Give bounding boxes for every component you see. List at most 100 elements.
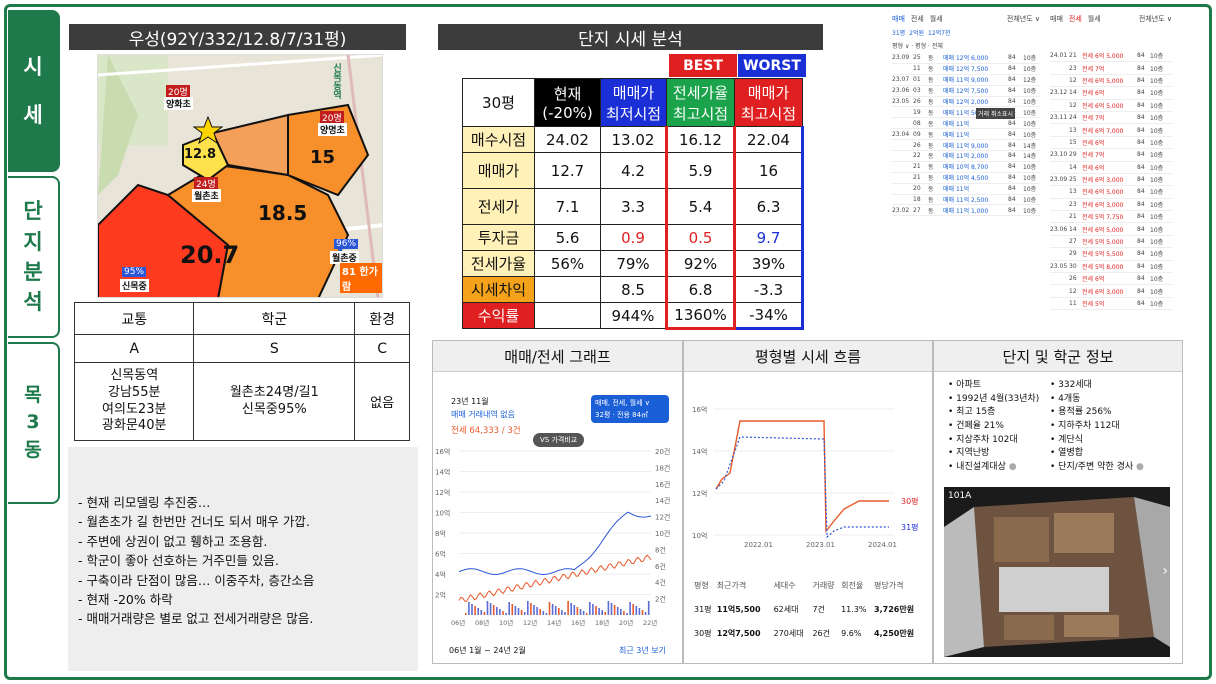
row-label: 매매가	[462, 152, 535, 189]
volume-bar	[548, 602, 551, 615]
volume-bar	[567, 601, 569, 615]
trade-row[interactable]: 12 전세 6억 5,000 84 10층	[1050, 100, 1172, 112]
cell: -34%	[733, 302, 804, 330]
trade-row[interactable]: 21 동 매매 10억 8,700 84 10층	[892, 162, 1040, 173]
trade-row[interactable]: 23.02 27 동 매매 11억 1,000 84 10층	[892, 205, 1040, 217]
table-row: 30평 현재 (-20%) 매매가 최저시점 전세가율 최고시점 매매가 최고시…	[462, 78, 803, 127]
trade-row[interactable]: 23 전세 6억 3,000 84 10층	[1050, 199, 1172, 212]
trade-row[interactable]: 23.09 25 동 매매 12억 6,000 84 10층	[892, 53, 1040, 64]
trade-row[interactable]: 13 전세 6억 5,000 84 10층	[1050, 186, 1172, 199]
tab-price-char2: 세	[23, 103, 43, 127]
tab-mokdong3[interactable]: 목 3 동	[8, 342, 60, 504]
trade-cell: 21	[913, 174, 921, 182]
trade-cell: 84	[1137, 138, 1145, 146]
td: 30평	[694, 628, 712, 638]
trade-cell: 19	[913, 108, 921, 116]
trade-row[interactable]: 20 동 매매 11억 84 10층	[892, 184, 1040, 195]
trade-row[interactable]: 19동매매 11억 5008410층	[892, 107, 1040, 119]
trade-row[interactable]: 23.09 25 전세 6억 3,000 84 10층	[1050, 174, 1172, 187]
trade-row[interactable]: 24.01 21 전세 6억 5,000 84 10층	[1050, 50, 1172, 63]
trade-row[interactable]: 22 동 매매 11억 2,000 84 14층	[892, 151, 1040, 162]
recent-3y-link[interactable]: 최근 3년 보기	[619, 645, 666, 656]
filter-chip[interactable]: 매매, 전세, 월세 ∨ 32평 · 전용 84㎡	[591, 395, 669, 423]
trade-row[interactable]: 18 동 매매 11억 2,500 84 10층	[892, 195, 1040, 206]
series-label-31: 31평	[901, 522, 919, 532]
summary-latest: 12억7천	[928, 30, 951, 37]
th: 회전율	[841, 580, 864, 590]
trade-list-sale: 매매 전세 월세 전체년도 ∨ 31평 2억원 12억7천 평형 ∨ · 평형 …	[892, 14, 1040, 256]
trade-row[interactable]: 08 동 매매 11억 84 10층	[892, 118, 1040, 130]
trade-row[interactable]: 23.07 01 동 매매 11억 9,000 84 12층	[892, 75, 1040, 86]
cell: 8.5	[600, 276, 667, 303]
volume-bar	[551, 604, 554, 615]
tab-sale[interactable]: 매매	[892, 14, 905, 24]
cell: 4.2	[600, 152, 667, 189]
volume-bar	[573, 605, 576, 615]
trade-cell: 23	[1069, 200, 1077, 208]
info-text: 지하주차 112대	[1058, 421, 1120, 432]
tab-rent[interactable]: 월세	[1088, 14, 1101, 24]
trade-row[interactable]: 23.06 14 전세 6억 5,000 84 10층	[1050, 223, 1172, 236]
tab-complex-analysis[interactable]: 단 지 분 석	[8, 176, 60, 338]
y-tick-label: 16억	[435, 448, 450, 456]
volume-bar	[471, 604, 473, 615]
trade-row[interactable]: 27 전세 5억 5,000 84 10층	[1050, 236, 1172, 249]
trade-row[interactable]: 13 전세 6억 7,000 84 10층	[1050, 124, 1172, 137]
trade-row[interactable]: 23.06 03 동 매매 12억 7,500 84 10층	[892, 86, 1040, 97]
trade-cell: 24	[1069, 114, 1077, 122]
tab-jeonse[interactable]: 전세	[1069, 14, 1082, 24]
trade-row[interactable]: 23.10 29 전세 7억 84 10층	[1050, 149, 1172, 162]
volume-bar	[492, 605, 495, 615]
tab-sale[interactable]: 매매	[1050, 14, 1063, 24]
filter-chip-text: 매매, 전세, 월세 ∨	[595, 399, 650, 407]
pane-title: 단지 및 학군 정보	[1002, 347, 1114, 366]
trade-row[interactable]: 21 전세 5억 7,750 84 10층	[1050, 211, 1172, 224]
year-filter[interactable]: 전체년도 ∨	[1007, 14, 1040, 24]
volume-bar	[508, 602, 510, 615]
trade-row[interactable]: 26 동 매매 11억 9,000 84 14층	[892, 140, 1040, 152]
trade-cell: 매매 11억	[943, 131, 970, 139]
trade-cell: 10층	[1150, 152, 1164, 160]
trade-cell: 23.04	[892, 130, 910, 138]
y-tick-label: 12억	[435, 489, 450, 497]
cell: 22.04	[733, 126, 804, 153]
middle-school-pct: 95%	[122, 267, 147, 277]
trade-cell: 84	[1008, 130, 1016, 138]
trade-row[interactable]: 23 전세 7억 84 10층	[1050, 62, 1172, 75]
school-name: 양화초	[164, 97, 193, 110]
trade-row[interactable]: 23.12 14 전세 6억 84 10층	[1050, 87, 1172, 100]
trade-row[interactable]: 12 전세 6억 5,000 84 10층	[1050, 75, 1172, 88]
volume-bar	[520, 610, 523, 615]
volume-bar	[629, 602, 631, 615]
y2-tick-label: 4건	[655, 578, 666, 587]
tab-jeonse[interactable]: 전세	[911, 14, 924, 24]
info-text: 건폐율 21%	[956, 421, 1004, 432]
trade-row[interactable]: 23.05 30 전세 5억 8,000 84 10층	[1050, 261, 1172, 274]
trade-row[interactable]: 23.05 26 동 매매 12억 2,000 84 10층	[892, 97, 1040, 108]
info-circle-icon[interactable]: ●	[1009, 462, 1017, 472]
trade-filter[interactable]: 평형 ∨ · 평형 · 전체	[892, 41, 1040, 50]
trade-row[interactable]: 29 전세 5억 5,500 84 10층	[1050, 248, 1172, 261]
table-row: 30평 12억7,500 270세대 26건 9.6% 4,250만원	[694, 621, 926, 645]
year-filter[interactable]: 전체년도 ∨	[1139, 14, 1172, 24]
trade-cell: 23.10	[1050, 151, 1068, 159]
y2-tick-label: 2건	[655, 595, 666, 604]
tab-rent[interactable]: 월세	[930, 14, 943, 24]
tab-price[interactable]: 시 세	[8, 10, 60, 172]
trade-row[interactable]: 14 전세 6억 84 10층	[1050, 162, 1172, 174]
volume-bar	[607, 601, 610, 615]
trade-row[interactable]: 23.11 24 전세 7억 84 10층	[1050, 112, 1172, 125]
trade-row[interactable]: 11 동 매매 12억 7,500 84 10층	[892, 64, 1040, 75]
trade-row[interactable]: 23.04 09 동 매매 11억 84 10층	[892, 129, 1040, 141]
next-arrow-icon[interactable]: ›	[1162, 563, 1168, 579]
trade-cell: 10층	[1150, 251, 1164, 259]
trade-row[interactable]: 26 전세 6억 84 10층	[1050, 273, 1172, 286]
info-circle-icon[interactable]: ●	[1136, 462, 1144, 472]
volume-bar	[545, 613, 548, 615]
trade-row[interactable]: 21 동 매매 10억 4,500 84 10층	[892, 173, 1040, 184]
y-tick-label: 12억	[692, 490, 707, 498]
cell: 56%	[534, 250, 601, 277]
trade-row[interactable]: 15 전세 6억 84 10층	[1050, 137, 1172, 150]
trade-row[interactable]: 12 전세 6억 3,000 84 10층	[1050, 285, 1172, 298]
trade-row[interactable]: 11 전세 5억 84 10층	[1050, 298, 1172, 311]
